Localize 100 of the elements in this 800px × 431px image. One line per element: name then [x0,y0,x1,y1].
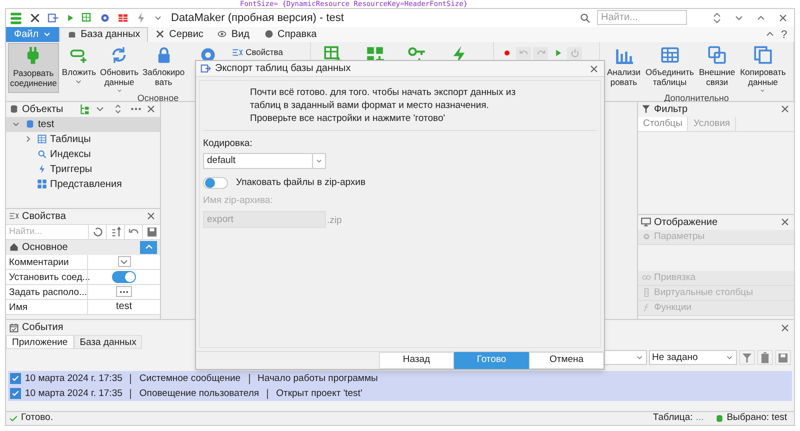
ribbon-button[interactable]: Копировать данные [739,42,787,93]
refresh-button[interactable] [88,224,106,239]
ellipsis-button[interactable] [116,286,132,298]
check-icon [9,414,18,423]
sort-icon [110,226,122,238]
grid-icon [37,179,47,190]
database-icon [25,119,35,130]
toggle-switch[interactable] [112,270,136,283]
menu-tab[interactable]: Сервис [148,26,210,42]
table-icon [117,12,129,24]
file-extension: .zip [327,214,342,228]
caret-icon [75,78,82,85]
home-icon [9,242,19,252]
search-icon [37,149,47,160]
tree-item[interactable]: Таблицы [6,132,160,147]
dropdown-button[interactable] [118,256,130,268]
help-button[interactable]: ? [777,26,791,42]
save-button[interactable] [775,350,791,366]
eye-icon [217,29,228,40]
up-down-icon [711,12,723,24]
dropdown[interactable]: Не задано [649,350,737,366]
tools-icon [155,29,166,40]
menu-tab[interactable]: База данных [58,26,148,42]
filter-button[interactable] [739,350,755,366]
property-value: test [116,300,132,314]
lightning-icon [37,164,47,174]
close-button[interactable] [588,62,600,74]
tree-item[interactable]: test [6,116,160,132]
checkbox[interactable] [10,373,21,384]
ribbon-button[interactable]: Заблокиро вать [142,42,186,93]
panel-title: События [22,321,64,336]
power-icon [570,48,580,58]
ribbon-button[interactable]: Свойства [230,46,285,59]
checkbox[interactable] [10,388,21,400]
close-icon [777,12,789,24]
properties-icon [232,46,243,58]
panel-title: Объекты [22,102,64,117]
window-title: DataMaker (пробная версия) - test [171,10,344,26]
ribbon-group-label: Дополнительно [664,92,729,104]
linked-squares-icon [708,46,726,64]
menu-tab[interactable]: Справка [256,26,324,42]
database-icon [9,104,19,114]
search-field[interactable]: Найти... [597,10,687,26]
monitor-icon [641,217,651,228]
panel-tab[interactable]: Приложение [6,335,74,350]
event-row[interactable]: 10 марта 2024 г. 17:35 Оповещение пользователя Открыт проект 'test' [8,386,792,402]
ribbon-button[interactable]: Обновить данные [99,42,140,93]
save-icon [777,352,789,364]
tree-item[interactable]: Представления [6,176,160,192]
encoding-dropdown[interactable]: default [203,153,326,170]
ribbon-button[interactable]: Объединить таблицы [644,42,695,93]
copy-icon [754,46,772,64]
status-text: Готово. [21,411,53,426]
panel-title: Фильтр [654,102,688,117]
close-button[interactable] [779,322,791,334]
search-icon [579,12,591,24]
field-label: Кодировка: [203,137,254,151]
properties-icon [9,211,19,222]
event-message: Открыт проект 'test' [276,386,362,401]
refresh-icon [92,226,104,238]
event-row[interactable]: 10 марта 2024 г. 17:35 Системное сообщение Начало работы программы [8,371,792,386]
table-add-icon [81,12,93,24]
panel-title: Свойства [22,210,66,224]
property-name: Комментарии [6,254,88,269]
dialog-button[interactable]: Отмена [529,352,604,369]
tree-button[interactable] [79,103,91,116]
dialog-button[interactable]: Назад [379,352,454,369]
panel-tab[interactable]: База данных [74,335,142,350]
database-icon [714,414,724,423]
save-icon [146,226,158,238]
undo-button[interactable] [124,224,142,239]
close-icon [588,62,600,74]
sort-button[interactable] [106,224,124,239]
save-button[interactable] [142,224,160,239]
caret-icon [759,88,766,93]
event-date: 10 марта 2024 г. 17:35 [25,386,122,401]
database-icon [66,30,77,40]
event-message: Начало работы программы [258,372,378,386]
section-title: Основное [22,240,68,255]
delete-button[interactable] [757,350,773,366]
toggle-switch[interactable] [203,177,228,190]
ribbon-button[interactable]: Анализи ровать [606,42,642,93]
ribbon-button[interactable]: Вложить [60,42,98,93]
event-type: Системное сообщение [139,372,241,386]
ribbon-button[interactable]: Разорвать соединение [8,42,59,93]
caret-icon [42,30,51,38]
event-date: 10 марта 2024 г. 17:35 [25,372,122,386]
property-name: Имя [6,300,88,314]
tree-item[interactable]: Индексы [6,146,160,162]
ribbon-button[interactable]: Внешние связи [698,42,736,93]
ribbon-group-label: Основное [137,92,179,104]
tree-item[interactable]: Триггеры [6,162,160,177]
record-icon [502,48,512,58]
collapse-button[interactable] [140,240,157,254]
link-icon [642,273,651,282]
expander-button[interactable] [12,120,22,128]
menu-tab[interactable]: Вид [210,26,257,42]
panel-tab[interactable]: Столбцы [638,116,688,131]
search-field[interactable]: Найти... [6,224,88,239]
table-icon [37,134,47,144]
